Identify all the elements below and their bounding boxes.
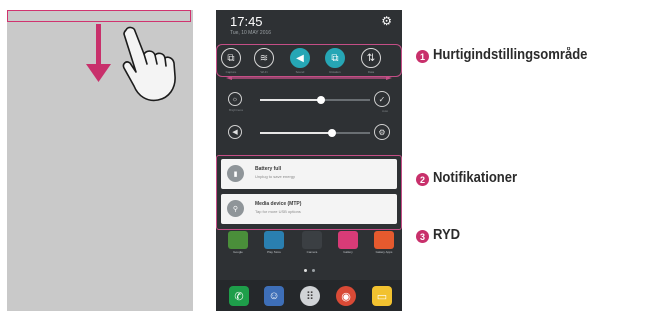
- callout-badge-3: 3: [416, 230, 429, 243]
- notification-card[interactable]: ▮ Battery full Unplug to save energy: [221, 159, 397, 189]
- slider-track[interactable]: [260, 129, 370, 137]
- hand-gesture-icon: [122, 26, 176, 102]
- slider-right-label: Auto: [382, 109, 389, 113]
- dock: ✆ ☺ ⠿ ◉ ▭: [216, 280, 402, 311]
- phone-icon[interactable]: ✆: [229, 286, 249, 306]
- notification-title: Battery full: [255, 166, 282, 172]
- rotation-icon[interactable]: ⧉: [325, 48, 345, 68]
- settings-icon[interactable]: ⚙: [374, 124, 390, 140]
- notification-card[interactable]: ⚲ Media device (MTP) Tap for more USB opti…: [221, 194, 397, 224]
- double-arrow-icon: [226, 76, 392, 80]
- settings-gear-icon[interactable]: ⚙: [381, 14, 392, 28]
- messages-icon[interactable]: ▭: [372, 286, 392, 306]
- apps-icon[interactable]: ⠿: [300, 286, 320, 306]
- chrome-icon[interactable]: ◉: [336, 286, 356, 306]
- quick-setting-label: Capture: [225, 70, 237, 74]
- date: Tue, 10 MAY 2016: [230, 30, 272, 36]
- callout-clear: RYD: [433, 227, 461, 243]
- app-icon[interactable]: [374, 231, 394, 249]
- wifi-icon[interactable]: ≋: [254, 48, 274, 68]
- callout-notifications: Notifikationer: [433, 170, 518, 186]
- notification-title: Media device (MTP): [255, 201, 302, 207]
- phone-screen: 17:45 Tue, 10 MAY 2016 ⚙ ⧉ Capture ≋ Wi-Fi ◀…: [216, 10, 402, 311]
- quick-setting-label: Sound: [295, 70, 305, 74]
- slider-fill: [260, 99, 321, 101]
- quick-setting-label: Data: [367, 70, 375, 74]
- slider-track[interactable]: [260, 96, 370, 104]
- screen-capture-icon[interactable]: ⧉: [221, 48, 241, 68]
- battery-icon: ▮: [227, 165, 244, 182]
- notification-subtitle: Unplug to save energy: [255, 174, 296, 179]
- app-label: Galaxy Apps: [375, 250, 393, 254]
- clock: 17:45: [230, 14, 263, 29]
- app-icon[interactable]: [228, 231, 248, 249]
- app-icon[interactable]: [338, 231, 358, 249]
- app-icon[interactable]: [302, 231, 322, 249]
- slider-knob[interactable]: [327, 129, 336, 137]
- callout-quick-settings: Hurtigindstillingsområde: [433, 47, 588, 63]
- page-indicator: [304, 269, 318, 273]
- sound-icon[interactable]: ◀: [290, 48, 310, 68]
- quick-setting-label: Wi-Fi: [260, 70, 268, 74]
- quick-setting-label: Rotation: [329, 70, 341, 74]
- callout-badge-1: 1: [416, 50, 429, 63]
- usb-icon: ⚲: [227, 200, 244, 217]
- slider-knob[interactable]: [316, 96, 325, 104]
- slider-fill: [260, 132, 332, 134]
- contacts-icon[interactable]: ☺: [264, 286, 284, 306]
- data-icon[interactable]: ⇅: [361, 48, 381, 68]
- app-label: Google: [233, 250, 243, 254]
- status-bar-outline[interactable]: [7, 10, 191, 22]
- callout-badge-2: 2: [416, 173, 429, 186]
- slider-label: Brightness: [229, 108, 244, 112]
- volume-icon[interactable]: ◀: [228, 125, 242, 139]
- swipe-down-arrow-icon: [86, 24, 111, 82]
- app-icon[interactable]: [264, 231, 284, 249]
- check-icon[interactable]: ✓: [374, 91, 390, 107]
- app-label: Gallery: [343, 250, 353, 254]
- app-label: Camera: [306, 250, 318, 254]
- notification-subtitle: Tap for more USB options: [255, 209, 301, 214]
- brightness-icon[interactable]: ☼: [228, 92, 242, 106]
- app-label: Play Store: [267, 250, 281, 254]
